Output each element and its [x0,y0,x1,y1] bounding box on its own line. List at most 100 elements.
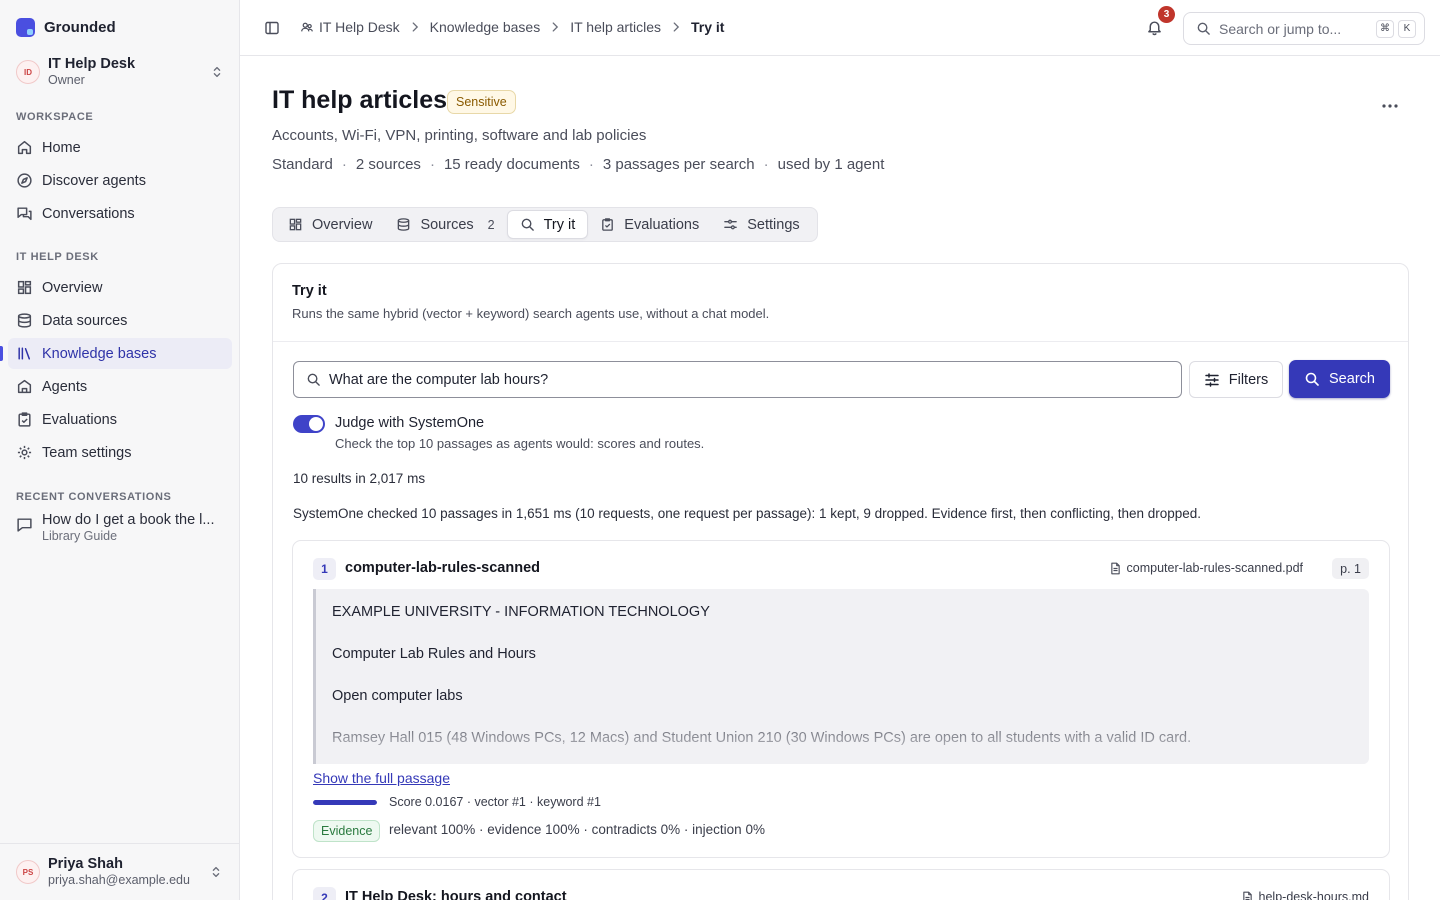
try-it-card: Try it Runs the same hybrid (vector + ke… [272,263,1409,900]
kb-meta: Standard · 2 sources · 15 ready documents ·… [272,156,884,173]
try-it-subtitle: Runs the same hybrid (vector + keyword) … [292,306,770,321]
sidebar-item-label: Agents [42,378,88,395]
result-file[interactable]: help-desk-hours.md [1241,890,1369,900]
brand[interactable]: Grounded [16,18,116,37]
sidebar-item-conversations[interactable]: Conversations [8,198,232,229]
gear-icon [17,445,32,460]
sidebar-item-label: Data sources [42,312,128,329]
search-icon [307,373,320,386]
sidebar-item-discover-agents[interactable]: Discover agents [8,165,232,196]
chevron-right-icon [673,22,680,32]
sensitive-badge: Sensitive [447,90,516,114]
meta-separator: · [429,156,435,173]
search-icon [1305,372,1319,386]
tab-sources[interactable]: Sources 2 [384,210,506,239]
judge-summary: SystemOne checked 10 passages in 1,651 m… [293,506,1202,521]
search-button[interactable]: Search [1289,360,1390,398]
database-icon [17,313,32,328]
meta-separator: · [341,156,347,173]
show-full-passage-link[interactable]: Show the full passage [313,770,450,786]
judge-toggle[interactable] [293,415,325,433]
chevron-updown-icon [213,66,221,78]
result-rank: 1 [313,558,336,580]
result-file[interactable]: computer-lab-rules-scanned.pdf [1109,561,1303,575]
passage-line: Computer Lab Rules and Hours [332,646,536,662]
grounded-logo [16,18,35,37]
user-avatar: PS [16,860,40,884]
query-input[interactable]: What are the computer lab hours? [293,361,1182,398]
tab-bar: Overview Sources 2 Try it Evaluations Se… [272,207,818,242]
breadcrumb-kb[interactable]: IT help articles [570,19,661,35]
search-placeholder: Search or jump to... [1219,20,1342,37]
tab-try-it[interactable]: Try it [506,210,589,239]
sidebar-toggle-icon[interactable] [264,20,280,36]
sliders-icon [724,219,738,230]
score-bar [313,800,377,805]
kbd-cmd: ⌘ [1376,19,1394,38]
sidebar-item-label: Knowledge bases [42,345,157,362]
search-jump-input[interactable]: Search or jump to... ⌘ K [1183,12,1425,45]
query-value: What are the computer lab hours? [329,371,549,388]
sidebar-item-agents[interactable]: Agents [8,371,232,402]
more-options-icon[interactable] [1378,96,1402,116]
passage-line: Ramsey Hall 015 (48 Windows PCs, 12 Macs… [332,730,1192,746]
meta-separator: · [763,156,769,173]
result-file-name: computer-lab-rules-scanned.pdf [1126,561,1303,575]
team-switcher[interactable]: ID IT Help Desk Owner [10,52,230,92]
result-count: 10 results in 2,017 ms [293,471,426,486]
sidebar-item-knowledge-bases[interactable]: Knowledge bases [8,338,232,369]
result-page-tag: p. 1 [1332,558,1369,579]
sidebar-item-evaluations[interactable]: Evaluations [8,404,232,435]
sidebar-item-label: Overview [42,279,103,296]
chat-icon [17,207,32,221]
grid-icon [17,280,32,295]
tab-evaluations[interactable]: Evaluations [588,210,711,239]
breadcrumb: IT Help Desk Knowledge bases IT help art… [300,19,724,35]
result-title: IT Help Desk: hours and contact [345,889,567,900]
search-icon [1197,22,1210,35]
search-label: Search [1329,371,1375,387]
sidebar-item-label: Evaluations [42,411,117,428]
search-icon [521,218,534,231]
page-title: IT help articles [272,86,448,114]
chevron-right-icon [412,22,418,32]
topbar: IT Help Desk Knowledge bases IT help art… [240,0,1440,56]
active-indicator [0,346,3,361]
recent-conversation-agent: Library Guide [42,529,118,543]
home-icon [17,140,32,155]
user-menu[interactable]: PS Priya Shah priya.shah@example.edu [0,843,239,900]
breadcrumb-team[interactable]: IT Help Desk [319,19,400,35]
kbd-k: K [1398,19,1416,38]
filters-button[interactable]: Filters [1189,361,1283,398]
sidebar-item-home[interactable]: Home [8,132,232,163]
tab-overview[interactable]: Overview [276,210,384,239]
result-file-name: help-desk-hours.md [1258,890,1369,900]
breadcrumb-knowledge-bases[interactable]: Knowledge bases [430,19,541,35]
tab-settings[interactable]: Settings [711,210,811,239]
team-icon [301,22,313,32]
bell-icon[interactable] [1146,19,1163,36]
chevron-right-icon [552,22,559,32]
meta-sources: 2 sources [355,156,421,173]
sidebar-item-team-settings[interactable]: Team settings [8,437,232,468]
result-title: computer-lab-rules-scanned [345,560,540,576]
meta-passages: 3 passages per search [602,156,755,173]
grid-icon [289,218,302,231]
team-avatar: ID [16,60,40,84]
file-icon [1110,562,1120,574]
recent-conversation-item[interactable]: How do I get a book the l... Library Gui… [8,512,232,543]
sidebar-item-overview[interactable]: Overview [8,272,232,303]
user-name: Priya Shah [48,856,123,872]
message-icon [17,518,32,532]
sidebar-item-data-sources[interactable]: Data sources [8,305,232,336]
judge-toggle-label: Judge with SystemOne [335,415,485,431]
meta-separator: · [588,156,594,173]
tab-label: Try it [543,216,576,233]
meta-tier: Standard [272,156,333,173]
sidebar-item-label: Home [42,139,81,156]
meta-documents: 15 ready documents [443,156,580,173]
result-passage: EXAMPLE UNIVERSITY - INFORMATION TECHNOL… [313,589,1369,764]
result-card: 1 computer-lab-rules-scanned computer-la… [292,540,1390,858]
clipboard-check-icon [18,412,31,427]
user-email: priya.shah@example.edu [48,873,190,887]
